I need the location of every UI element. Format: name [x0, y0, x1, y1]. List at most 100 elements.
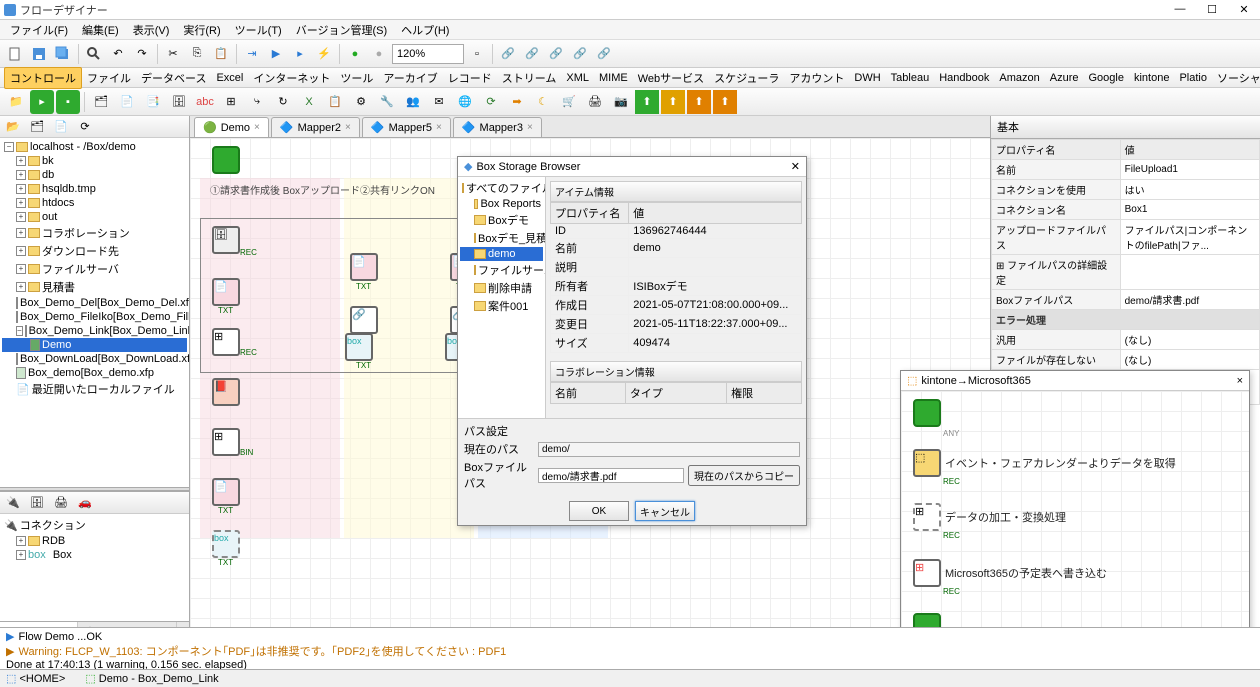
dlg-tree-item[interactable]: Boxデモ — [460, 211, 543, 229]
tree-folder[interactable]: +htdocs — [2, 196, 187, 210]
comp-excel-icon[interactable]: X — [297, 90, 321, 114]
debug-button[interactable]: ▸ — [289, 43, 311, 65]
maximize-button[interactable]: ☐ — [1200, 3, 1224, 16]
left-tb1-icon[interactable]: 📂 — [2, 116, 24, 138]
tree-file[interactable]: Box_Demo_FileIko[Box_Demo_Filk... — [2, 310, 187, 324]
tree-file-selected[interactable]: Demo — [2, 338, 187, 352]
tree-file[interactable]: Box_demo[Box_demo.xfp — [2, 366, 187, 380]
category-platio[interactable]: Platio — [1174, 70, 1212, 86]
tree-root[interactable]: −localhost - /Box/demo — [2, 140, 187, 154]
pf-m365-node[interactable]: ⊞ — [913, 559, 941, 587]
comp-misc2-icon[interactable]: 🔧 — [375, 90, 399, 114]
left-tb4-icon[interactable]: ⟳ — [74, 116, 96, 138]
tree-folder[interactable]: +ダウンロード先 — [2, 242, 187, 260]
conn-tb1-icon[interactable]: 🔌 — [2, 492, 24, 514]
category-stream[interactable]: ストリーム — [497, 68, 562, 88]
tree-folder[interactable]: +ファイルサーバ — [2, 260, 187, 278]
current-path-input[interactable] — [538, 442, 800, 457]
flow-box-node[interactable]: box — [212, 530, 240, 558]
popup-title-bar[interactable]: ⬚ kintone→Microsoft365 × — [901, 371, 1249, 391]
popup-canvas[interactable]: ANY ⬚ イベント・フェアカレンダーよりデータを取得 REC ⊞ データの加工… — [901, 391, 1249, 659]
dlg-tree-item[interactable]: すべてのファイル — [460, 179, 543, 197]
cut-button[interactable]: ✂ — [162, 43, 184, 65]
comp-up1-icon[interactable]: ⬆ — [635, 90, 659, 114]
category-azure[interactable]: Azure — [1045, 70, 1084, 86]
dlg-tree-item[interactable]: Boxデモ_見積書 — [460, 229, 543, 247]
menu-tool[interactable]: ツール(T) — [229, 20, 288, 40]
connection-tree[interactable]: 🔌コネクション +RDB +box Box — [0, 514, 189, 564]
menu-help[interactable]: ヘルプ(H) — [395, 20, 455, 40]
comp-branch-icon[interactable]: ⤷ — [245, 90, 269, 114]
comp-mail-icon[interactable]: ✉ — [427, 90, 451, 114]
paste-button[interactable]: 📋 — [210, 43, 232, 65]
copy-path-button[interactable]: 現在のパスからコピー — [688, 465, 800, 486]
close-icon[interactable]: × — [436, 122, 442, 133]
dlg-tree-item[interactable]: ファイルサーバ — [460, 261, 543, 279]
tree-folder[interactable]: +out — [2, 210, 187, 224]
flow-start-node[interactable] — [212, 146, 240, 174]
save-button[interactable] — [28, 43, 50, 65]
comp-up2-icon[interactable]: ⬆ — [661, 90, 685, 114]
category-mime[interactable]: MIME — [594, 70, 633, 86]
menu-version[interactable]: バージョン管理(S) — [290, 20, 393, 40]
tree-folder[interactable]: +コラボレーション — [2, 224, 187, 242]
menu-file[interactable]: ファイル(F) — [4, 20, 74, 40]
comp-people-icon[interactable]: 👥 — [401, 90, 425, 114]
menu-run[interactable]: 実行(R) — [177, 20, 226, 40]
tree-folder[interactable]: +bk — [2, 154, 187, 168]
category-scheduler[interactable]: スケジューラ — [709, 68, 784, 88]
category-file[interactable]: ファイル — [82, 68, 136, 88]
comp-refresh-icon[interactable]: ⟳ — [479, 90, 503, 114]
link3-button[interactable]: 🔗 — [545, 43, 567, 65]
category-tool[interactable]: ツール — [335, 68, 378, 88]
flow-map2-node[interactable]: ⊞ — [212, 428, 240, 456]
stop-button[interactable]: ⚡ — [313, 43, 335, 65]
cancel-button[interactable]: キャンセル — [635, 501, 695, 521]
comp-csv-icon[interactable]: 📋 — [323, 90, 347, 114]
tree-file[interactable]: −Box_Demo_Link[Box_Demo_Link.xfp — [2, 324, 187, 338]
comp-up4-icon[interactable]: ⬆ — [713, 90, 737, 114]
dlg-tree-item[interactable]: Box Reports — [460, 197, 543, 211]
link2-button[interactable]: 🔗 — [521, 43, 543, 65]
category-control[interactable]: コントロール — [4, 67, 82, 89]
dlg-tree-item[interactable]: 削除申請 — [460, 279, 543, 297]
comp-map-icon[interactable]: ⊞ — [219, 90, 243, 114]
category-record[interactable]: レコード — [443, 68, 497, 88]
conn-tb2-icon[interactable]: 🗄 — [26, 492, 48, 514]
close-button[interactable]: ✕ — [1232, 3, 1256, 16]
link1-button[interactable]: 🔗 — [497, 43, 519, 65]
comp-arrow-icon[interactable]: ➡ — [505, 90, 529, 114]
pf-map-node[interactable]: ⊞ — [913, 503, 941, 531]
close-icon[interactable]: × — [345, 122, 351, 133]
comp-misc1-icon[interactable]: ⚙ — [349, 90, 373, 114]
comp-cam-icon[interactable]: 📷 — [609, 90, 633, 114]
copy-button[interactable]: ⎘ — [186, 43, 208, 65]
save-all-button[interactable] — [52, 43, 74, 65]
conn-tb4-icon[interactable]: 🚗 — [74, 492, 96, 514]
category-kintone[interactable]: kintone — [1129, 70, 1174, 86]
close-icon[interactable]: × — [527, 122, 533, 133]
category-handbook[interactable]: Handbook — [934, 70, 994, 86]
new-button[interactable] — [4, 43, 26, 65]
comp-up3-icon[interactable]: ⬆ — [687, 90, 711, 114]
pf-start-node[interactable] — [913, 399, 941, 427]
comp-cart-icon[interactable]: 🛒 — [557, 90, 581, 114]
tab-demo[interactable]: 🟢Demo× — [194, 117, 269, 137]
menu-edit[interactable]: 編集(E) — [76, 20, 125, 40]
undo-button[interactable]: ↶ — [107, 43, 129, 65]
zoom-fit-button[interactable]: ▫ — [466, 43, 488, 65]
search-button[interactable] — [83, 43, 105, 65]
tree-file[interactable]: Box_DownLoad[Box_DownLoad.xfp] — [2, 352, 187, 366]
minimize-button[interactable]: — — [1168, 3, 1192, 16]
comp-print-icon[interactable]: 🖨 — [583, 90, 607, 114]
conn-item[interactable]: +RDB — [2, 534, 187, 548]
category-account[interactable]: アカウント — [784, 68, 849, 88]
comp-text-icon[interactable]: abc — [193, 90, 217, 114]
comp-globe-icon[interactable]: 🌐 — [453, 90, 477, 114]
category-dwh[interactable]: DWH — [849, 70, 885, 86]
category-social[interactable]: ソーシャル — [1212, 68, 1260, 88]
close-icon[interactable]: × — [254, 122, 260, 133]
category-tableau[interactable]: Tableau — [886, 70, 935, 86]
redo-button[interactable]: ↷ — [131, 43, 153, 65]
ok-button[interactable]: OK — [569, 501, 629, 521]
